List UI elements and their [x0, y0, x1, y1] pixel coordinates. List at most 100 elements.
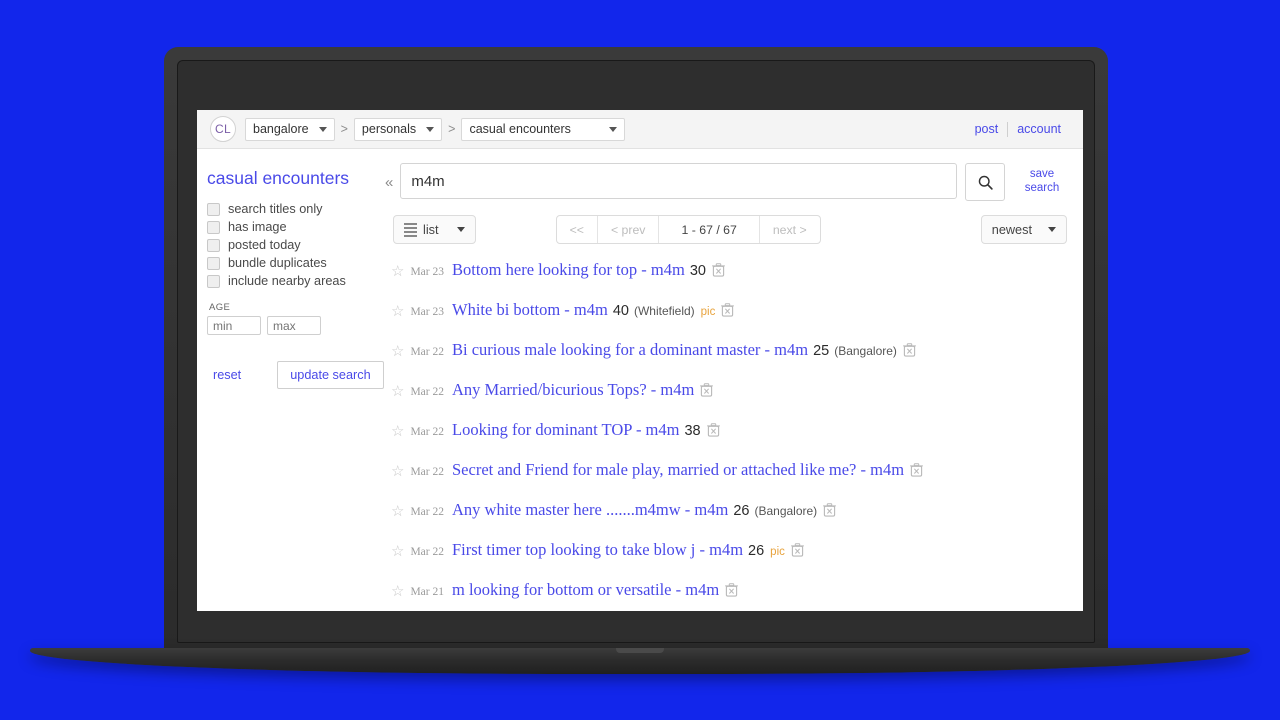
result-row[interactable]: ☆ Mar 22 Any white master here .......m4mw… [391, 500, 1067, 540]
result-title-link[interactable]: m looking for bottom or versatile - m4m [452, 580, 719, 600]
result-neighborhood: (Whitefield) [633, 304, 695, 318]
chevron-down-icon [318, 126, 327, 132]
search-bar: « save search [385, 163, 1067, 201]
result-row[interactable]: ☆ Mar 23 White bi bottom - m4m 40 (Whitefiel… [391, 300, 1067, 340]
trash-icon [910, 463, 924, 477]
checkbox-icon[interactable] [207, 202, 220, 216]
filter-label: search titles only [228, 202, 323, 216]
age-group-label: AGE [209, 302, 231, 313]
hide-listing-button[interactable] [902, 343, 916, 362]
breadcrumb-city-label: bangalore [253, 122, 309, 136]
hamburger-icon [404, 222, 417, 237]
result-neighborhood: (Bangalore) [834, 344, 897, 358]
filter-bundle-duplicates[interactable]: bundle duplicates [207, 256, 385, 270]
favorite-star-icon[interactable]: ☆ [391, 382, 404, 400]
favorite-star-icon[interactable]: ☆ [391, 542, 404, 560]
favorite-star-icon[interactable]: ☆ [391, 302, 404, 320]
save-search-line2: search [1024, 182, 1060, 195]
view-mode-dropdown[interactable]: list [393, 215, 476, 244]
favorite-star-icon[interactable]: ☆ [391, 262, 404, 280]
breadcrumb-city[interactable]: bangalore [245, 117, 335, 141]
result-row[interactable]: ☆ Mar 22 First timer top looking to take b… [391, 540, 1067, 580]
result-neighborhood: (Bangalore) [754, 504, 818, 518]
search-button[interactable] [965, 163, 1005, 201]
favorite-star-icon[interactable]: ☆ [391, 462, 404, 480]
chevron-down-icon [1047, 227, 1056, 232]
result-age: 30 [689, 263, 706, 279]
hide-listing-button[interactable] [725, 583, 739, 602]
checkbox-icon[interactable] [207, 220, 220, 234]
filter-label: include nearby areas [228, 274, 346, 288]
trash-icon [725, 583, 739, 597]
result-row[interactable]: ☆ Mar 22 Secret and Friend for male play, … [391, 460, 1067, 500]
hide-listing-button[interactable] [706, 423, 720, 442]
sort-dropdown[interactable]: newest [980, 215, 1067, 244]
hide-listing-button[interactable] [721, 303, 735, 322]
result-row[interactable]: ☆ Mar 23 Bottom here looking for top - m4m… [391, 260, 1067, 300]
pager-first-button[interactable]: << [557, 216, 598, 243]
breadcrumb-subcategory-label: casual encounters [469, 122, 571, 136]
result-title-link[interactable]: Bi curious male looking for a dominant m… [452, 340, 808, 360]
result-title-link[interactable]: Looking for dominant TOP - m4m [452, 420, 679, 440]
result-title-link[interactable]: Secret and Friend for male play, married… [452, 460, 904, 480]
update-search-button[interactable]: update search [277, 361, 384, 389]
checkbox-icon[interactable] [207, 238, 220, 252]
hide-listing-button[interactable] [790, 543, 804, 562]
checkbox-icon[interactable] [207, 274, 220, 288]
result-title-link[interactable]: Any white master here .......m4mw - m4m [452, 500, 728, 520]
result-title-link[interactable]: Any Married/bicurious Tops? - m4m [452, 380, 694, 400]
age-max-input[interactable] [267, 316, 321, 335]
reset-link[interactable]: reset [213, 368, 241, 382]
favorite-star-icon[interactable]: ☆ [391, 582, 404, 600]
craigslist-logo[interactable]: CL [210, 116, 236, 142]
result-age: 26 [748, 543, 765, 559]
account-link[interactable]: account [1008, 122, 1070, 136]
trash-icon [711, 263, 725, 277]
result-row[interactable]: ☆ Mar 22 Bi curious male looking for a dom… [391, 340, 1067, 380]
trash-icon [706, 423, 720, 437]
hide-listing-button[interactable] [700, 383, 714, 402]
pager-prev-button[interactable]: < prev [598, 216, 660, 243]
sidebar-actions: reset update search [207, 361, 385, 389]
pager-next-button[interactable]: next > [760, 216, 820, 243]
result-date: Mar 22 [410, 346, 444, 358]
favorite-star-icon[interactable]: ☆ [391, 502, 404, 520]
filter-posted-today[interactable]: posted today [207, 238, 385, 252]
sidebar-title: casual encounters [207, 168, 350, 188]
checkbox-icon[interactable] [207, 256, 220, 270]
result-row[interactable]: ☆ Mar 22 Looking for dominant TOP - m4m 38 [391, 420, 1067, 460]
result-row[interactable]: ☆ Mar 22 Any Married/bicurious Tops? - m4m [391, 380, 1067, 420]
filters-sidebar: casual encounters search titles only has… [197, 163, 385, 611]
favorite-star-icon[interactable]: ☆ [391, 422, 404, 440]
trash-icon [790, 543, 804, 557]
sort-value-label: newest [991, 222, 1032, 237]
hide-listing-button[interactable] [823, 503, 837, 522]
hide-listing-button[interactable] [711, 263, 725, 282]
result-title-link[interactable]: First timer top looking to take blow j -… [452, 540, 743, 560]
result-date: Mar 22 [410, 506, 444, 518]
result-date: Mar 21 [410, 586, 444, 598]
post-link[interactable]: post [966, 122, 1008, 136]
hide-listing-button[interactable] [910, 463, 924, 482]
breadcrumb-subcategory[interactable]: casual encounters [461, 117, 626, 141]
filter-include-nearby-areas[interactable]: include nearby areas [207, 274, 385, 288]
favorite-star-icon[interactable]: ☆ [391, 342, 404, 360]
pagination: << < prev 1 - 67 / 67 next > [555, 215, 821, 244]
collapse-sidebar-icon[interactable]: « [385, 163, 400, 191]
trash-icon [700, 383, 714, 397]
result-row[interactable]: ☆ Mar 21 m looking for bottom or versatile… [391, 580, 1067, 611]
pager-range-label: 1 - 67 / 67 [659, 216, 760, 243]
filter-has-image[interactable]: has image [207, 220, 385, 234]
chevron-down-icon [609, 126, 618, 132]
result-title-link[interactable]: Bottom here looking for top - m4m [452, 260, 685, 280]
search-input[interactable] [400, 163, 957, 199]
browser-screen: CL bangalore > personals > casual encoun… [197, 110, 1083, 611]
filter-search-titles-only[interactable]: search titles only [207, 202, 385, 216]
age-min-input[interactable] [207, 316, 261, 335]
header-links: post account [966, 121, 1070, 137]
result-date: Mar 22 [410, 426, 444, 438]
result-pic-tag: pic [700, 306, 716, 318]
breadcrumb-category[interactable]: personals [353, 117, 443, 141]
result-title-link[interactable]: White bi bottom - m4m [452, 300, 608, 320]
save-search-link[interactable]: save search [1017, 163, 1067, 196]
